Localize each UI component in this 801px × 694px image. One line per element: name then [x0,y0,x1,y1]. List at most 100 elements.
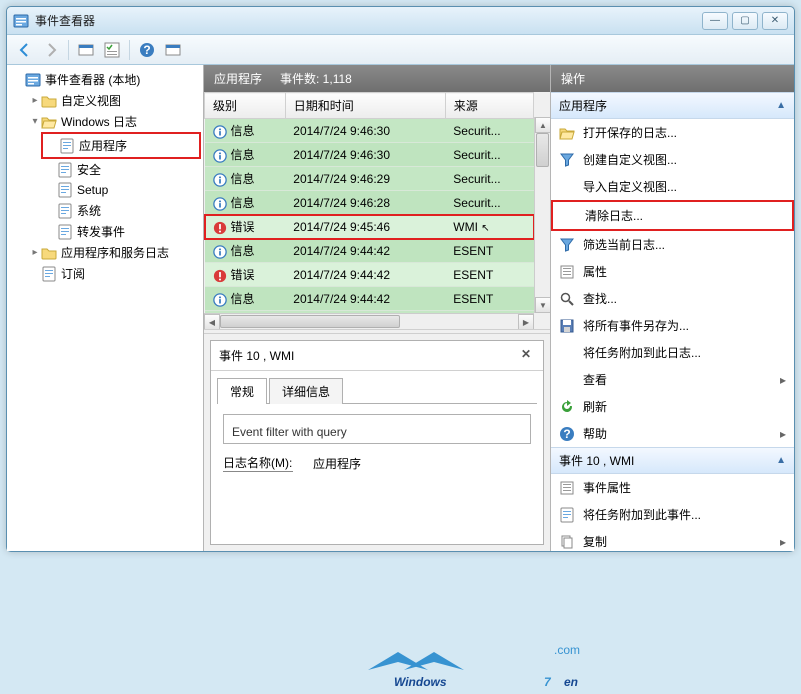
action-create-custom-view[interactable]: 创建自定义视图... [551,146,794,173]
svg-text:Windows: Windows [394,675,447,689]
properties-button[interactable] [100,39,124,61]
actions-section-app[interactable]: 应用程序▲ [551,92,794,119]
error-icon [213,269,227,283]
svg-text:7: 7 [544,675,552,689]
tree-item-label: 安全 [77,161,101,178]
col-level[interactable]: 级别 [205,93,286,119]
titlebar[interactable]: 事件查看器 — ▢ ✕ [7,7,794,35]
svg-text:en: en [564,675,578,689]
col-datetime[interactable]: 日期和时间 [285,93,445,119]
arrow-left-icon [17,42,33,58]
col-source[interactable]: 来源 [445,93,533,119]
scroll-left-icon[interactable]: ◀ [204,314,220,329]
table-row[interactable]: 错误2014/7/24 9:45:46WMI ↖ [205,215,534,239]
close-button[interactable]: ✕ [762,12,788,30]
tree-system[interactable]: ▸ 系统 [41,200,201,221]
table-row[interactable]: 信息2014/7/24 9:46:30Securit... [205,143,534,167]
table-row[interactable]: 信息2014/7/24 9:46:28Securit... [205,191,534,215]
tree-security[interactable]: ▸ 安全 [41,159,201,180]
help-icon [139,42,155,58]
action-open-saved-log[interactable]: 打开保存的日志... [551,119,794,146]
actions-section-event[interactable]: 事件 10 , WMI▲ [551,447,794,474]
action-attach-task-event[interactable]: 将任务附加到此事件... [551,501,794,528]
event-message: Event filter with query [223,414,531,444]
logname-label: 日志名称(M): [223,454,293,472]
folder-open-icon [41,114,57,130]
action-properties[interactable]: 属性 [551,258,794,285]
show-tree-button[interactable] [74,39,98,61]
scroll-right-icon[interactable]: ▶ [518,314,534,329]
tree-subscriptions[interactable]: ▸ 订阅 [25,263,201,284]
action-attach-task-log[interactable]: 将任务附加到此日志... [551,339,794,366]
minimize-button[interactable]: — [702,12,728,30]
forward-button[interactable] [39,39,63,61]
funnel-icon [559,152,575,168]
events-header: 应用程序 事件数: 1,118 [204,65,550,92]
info-icon [213,149,227,163]
info-icon [213,293,227,307]
back-button[interactable] [13,39,37,61]
tree-setup[interactable]: ▸ Setup [41,180,201,200]
tree-item-label: 系统 [77,202,101,219]
tab-general[interactable]: 常规 [217,378,267,404]
log-icon [57,182,73,198]
tree-application[interactable]: ▸ 应用程序 [43,135,199,156]
action-refresh[interactable]: 刷新 [551,393,794,420]
action-help[interactable]: 帮助▸ [551,420,794,447]
tree-app-service-logs[interactable]: ▸ 应用程序和服务日志 [25,242,201,263]
tree-item-label: 应用程序 [79,137,127,154]
save-icon [559,318,575,334]
center-pane: 应用程序 事件数: 1,118 级别 日期和时间 来源 信息2014/7/24 … [204,65,551,551]
action-event-properties[interactable]: 事件属性 [551,474,794,501]
refresh-icon [559,399,575,415]
action-copy[interactable]: 复制▸ [551,528,794,551]
properties-icon [559,480,575,496]
tree-pane: ▸ 事件查看器 (本地) ▸ 自定义视图 ▾ Windows 日志 [7,65,204,551]
logname-value: 应用程序 [313,455,361,472]
app-icon [25,72,41,88]
copy-icon [559,534,575,550]
tab-details[interactable]: 详细信息 [269,378,343,404]
tree-root-label: 事件查看器 (本地) [45,71,140,88]
events-header-title: 应用程序 [214,70,262,87]
scroll-thumb[interactable] [220,315,400,328]
action-save-all-events[interactable]: 将所有事件另存为... [551,312,794,339]
collapse-icon: ▲ [776,100,786,111]
tree-forwarded[interactable]: ▸ 转发事件 [41,221,201,242]
info-icon [213,245,227,259]
tree-item-label: 应用程序和服务日志 [61,244,169,261]
table-row[interactable]: 信息2014/7/24 9:46:30Securit... [205,119,534,143]
funnel-icon [559,237,575,253]
detail-close-button[interactable]: ✕ [517,347,535,364]
action-filter-log[interactable]: 筛选当前日志... [551,231,794,258]
action-clear-log[interactable]: 清除日志... [553,202,792,229]
watermark-logo: Windows 7 en .com [364,634,624,694]
events-hscrollbar[interactable]: ◀ ▶ [204,313,534,329]
tree-custom-views[interactable]: ▸ 自定义视图 [25,90,201,111]
action-find[interactable]: 查找... [551,285,794,312]
log-icon [41,266,57,282]
table-row[interactable]: 信息2014/7/24 9:46:29Securit... [205,167,534,191]
help-button[interactable] [135,39,159,61]
tree-root[interactable]: ▸ 事件查看器 (本地) [9,69,201,90]
events-vscrollbar[interactable]: ▲ ▼ [534,117,550,313]
detail-title: 事件 10 , WMI [219,347,294,364]
action-view[interactable]: 查看▸ [551,366,794,393]
scroll-down-icon[interactable]: ▼ [535,297,550,313]
view-button2[interactable] [161,39,185,61]
svg-text:.com: .com [554,643,580,657]
log-icon [59,138,75,154]
info-icon [213,173,227,187]
events-list: 级别 日期和时间 来源 信息2014/7/24 9:46:30Securit..… [204,92,550,329]
table-row[interactable]: 信息2014/7/24 9:44:42ESENT [205,287,534,311]
event-viewer-window: 事件查看器 — ▢ ✕ ▸ 事件查看器 (本地) ▸ [6,6,795,552]
tree-windows-logs[interactable]: ▾ Windows 日志 [25,111,201,132]
tree-item-label: 自定义视图 [61,92,121,109]
maximize-button[interactable]: ▢ [732,12,758,30]
action-import-custom-view[interactable]: 导入自定义视图... [551,173,794,200]
scroll-thumb[interactable] [536,133,549,167]
scroll-up-icon[interactable]: ▲ [535,117,550,133]
table-row[interactable]: 信息2014/7/24 9:44:42ESENT [205,239,534,263]
events-header-count: 事件数: 1,118 [280,70,352,87]
table-row[interactable]: 错误2014/7/24 9:44:42ESENT [205,263,534,287]
